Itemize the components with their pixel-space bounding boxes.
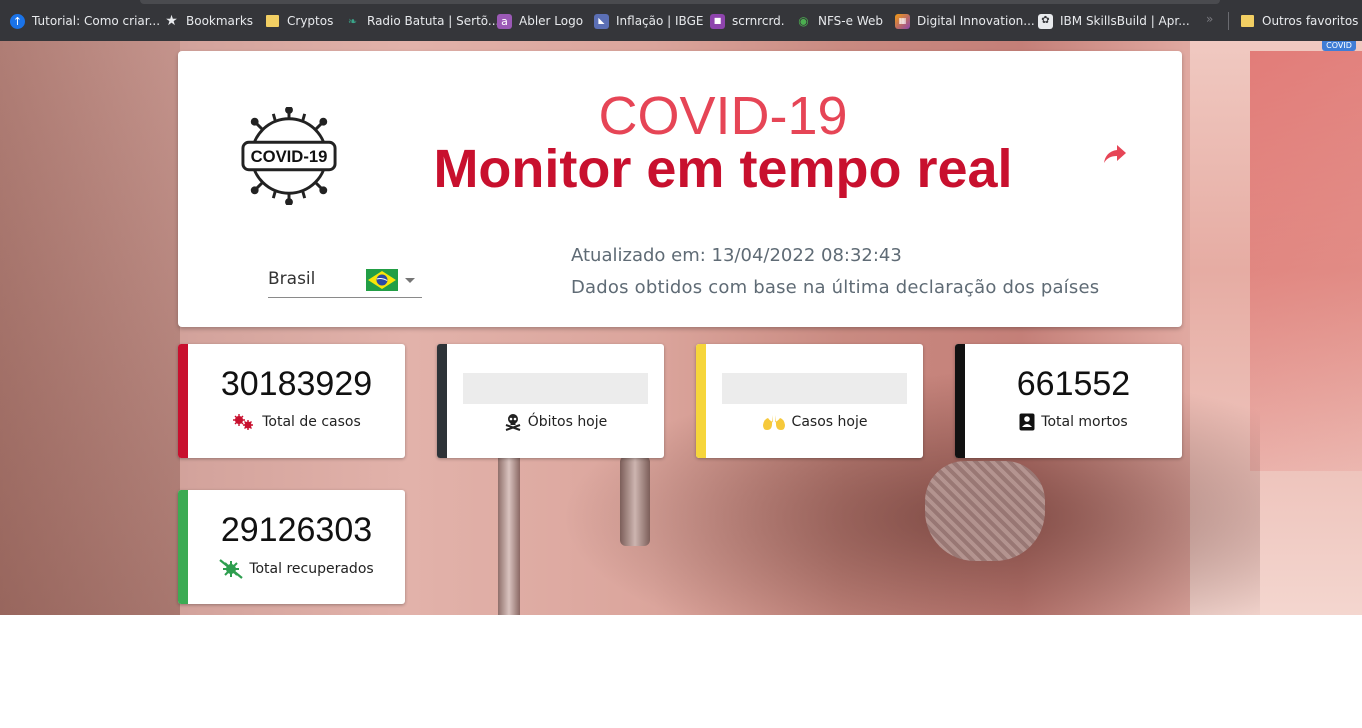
bookmark-nfse-web[interactable]: ◉ NFS-e Web: [796, 12, 883, 30]
bookmark-label: scrnrcrd.: [732, 14, 785, 28]
chevron-down-icon: [405, 278, 415, 283]
stat-accent-bar: [955, 344, 965, 458]
arrow-up-icon: ↑: [10, 13, 25, 29]
stat-accent-bar: [437, 344, 447, 458]
bookmark-inflacao-ibge[interactable]: ◣ Inflação | IBGE: [594, 12, 703, 30]
background-faucet-pipe: [498, 451, 520, 615]
leaf-icon: ❧: [347, 14, 358, 28]
bookmark-label: Inflação | IBGE: [616, 14, 704, 28]
stat-label: Casos hoje: [791, 414, 868, 430]
bookmark-label: Outros favoritos: [1262, 14, 1359, 28]
country-select-value: Brasil: [268, 269, 316, 289]
page-title-top: COVID-19: [598, 86, 848, 146]
bookmark-scrnrcrd[interactable]: ■ scrnrcrd.: [710, 12, 785, 30]
stat-label: Óbitos hoje: [527, 414, 608, 430]
bookmark-ibm-skillsbuild[interactable]: ✿ IBM SkillsBuild | Apr...: [1038, 12, 1190, 30]
bookmark-label: Cryptos: [287, 14, 334, 28]
stat-label: Total de casos: [262, 414, 361, 430]
share-icon[interactable]: [1102, 143, 1128, 167]
bookmark-label: Abler Logo: [519, 14, 584, 28]
stat-label: Total recuperados: [249, 561, 374, 577]
ibge-icon: ◣: [594, 13, 609, 29]
bookmark-radio-batuta[interactable]: ❧ Radio Batuta | Sertõ...: [345, 12, 499, 30]
folder-icon: [1240, 14, 1255, 29]
virus-slash-icon: [219, 559, 244, 579]
background-flag: [1250, 51, 1362, 471]
video-camera-icon: ■: [710, 13, 725, 29]
country-select[interactable]: Brasil: [268, 263, 422, 298]
bookmark-label: Tutorial: Como criar...: [32, 14, 161, 28]
corner-badge: COVID: [1322, 41, 1356, 51]
bookmark-tutorial[interactable]: ↑ Tutorial: Como criar...: [10, 12, 160, 30]
stat-accent-bar: [696, 344, 706, 458]
stat-accent-bar: [178, 490, 188, 604]
bookmarks-divider: [1228, 12, 1229, 30]
stat-card-deaths-today: Óbitos hoje: [437, 344, 664, 458]
stat-card-total-deaths: 661552 Total mortos: [955, 344, 1182, 458]
folder-icon: [265, 14, 280, 29]
stat-label-row: Óbitos hoje: [447, 413, 664, 431]
background-shade-left: [0, 41, 180, 615]
star-icon: ★: [165, 13, 178, 29]
bookmark-digital-innovation[interactable]: ▦ Digital Innovation...: [895, 12, 1035, 30]
bookmark-cryptos[interactable]: Cryptos: [265, 12, 333, 30]
stat-label-row: Total mortos: [965, 413, 1182, 431]
header-card: COVID-19 COVID-19 Monitor em tempo real …: [178, 51, 1182, 327]
dio-icon: ▦: [895, 13, 910, 29]
coffin-id-icon: [1019, 413, 1035, 431]
bookmark-label: IBM SkillsBuild | Apr...: [1060, 14, 1190, 28]
virus-icon: [233, 414, 254, 430]
tab-strip-edge: [140, 0, 1220, 4]
stat-label-row: Total recuperados: [188, 559, 405, 579]
stat-accent-bar: [178, 344, 188, 458]
more-bookmarks-chevron-icon[interactable]: »: [1206, 12, 1213, 26]
stat-value: 29126303: [220, 511, 373, 549]
bookmark-label: Bookmarks: [186, 14, 254, 28]
bookmark-outros-favoritos[interactable]: Outros favoritos: [1240, 12, 1358, 30]
background-faucet-spout: [620, 456, 650, 546]
stat-label-row: Casos hoje: [706, 413, 923, 431]
bookmark-label: NFS-e Web: [818, 14, 883, 28]
stat-value: 30183929: [220, 365, 373, 403]
bookmark-abler-logo[interactable]: a Abler Logo: [497, 12, 583, 30]
data-source-note: Dados obtidos com base na última declara…: [571, 277, 1100, 298]
stat-card-total-recovered: 29126303 Total recuperados: [178, 490, 405, 604]
lungs-icon: [762, 415, 785, 430]
abler-logo-icon: a: [497, 13, 512, 29]
skull-crossbones-icon: [505, 414, 521, 431]
bookmark-label: Digital Innovation...: [917, 14, 1035, 28]
stat-value-placeholder: [722, 373, 907, 404]
page-bottom-area: [0, 615, 1362, 728]
bookmark-bookmarks[interactable]: ★ Bookmarks: [164, 12, 253, 30]
stat-value: 661552: [1016, 365, 1131, 403]
bookmarks-bar: ↑ Tutorial: Como criar... ★ Bookmarks Cr…: [0, 0, 1362, 41]
background-face-mask: [925, 461, 1045, 561]
updated-timestamp: Atualizado em: 13/04/2022 08:32:43: [571, 245, 902, 266]
ibm-icon: ✿: [1038, 13, 1053, 29]
stat-value-placeholder: [463, 373, 648, 404]
brazil-flag-icon: [366, 269, 398, 291]
stat-label: Total mortos: [1041, 414, 1128, 430]
stat-card-total-cases: 30183929 Total de casos: [178, 344, 405, 458]
page-title-main: Monitor em tempo real: [433, 139, 1013, 199]
stat-label-row: Total de casos: [188, 413, 405, 431]
globe-icon: ◉: [798, 14, 809, 28]
bookmark-label: Radio Batuta | Sertõ...: [367, 14, 500, 28]
stat-card-cases-today: Casos hoje: [696, 344, 923, 458]
